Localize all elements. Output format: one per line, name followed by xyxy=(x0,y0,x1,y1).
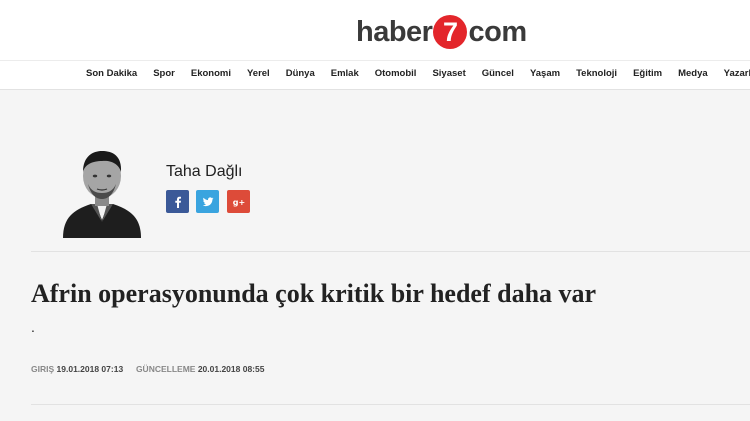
site-header: haber 7 com Son Dakika Spor Ekonomi Yere… xyxy=(0,0,750,90)
created-label: Giriş xyxy=(31,364,55,374)
facebook-share-button[interactable] xyxy=(166,190,189,213)
updated-label: Güncelleme xyxy=(135,364,196,374)
created-date: 19.01.2018 07:13 xyxy=(56,364,124,374)
meta-divider xyxy=(31,404,750,405)
nav-ekonomi[interactable]: Ekonomi xyxy=(191,68,231,80)
main-nav: Son Dakika Spor Ekonomi Yerel Dünya Emla… xyxy=(86,68,750,80)
google-plus-icon: g+ xyxy=(233,198,245,207)
author-name[interactable]: Taha Dağlı xyxy=(166,162,243,182)
nav-dunya[interactable]: Dünya xyxy=(286,68,315,80)
nav-yazarlar[interactable]: Yazarlar xyxy=(724,68,750,80)
article-title: Afrin operasyonunda çok kritik bir hedef… xyxy=(31,279,597,308)
updated-date: 20.01.2018 08:55 xyxy=(197,364,265,374)
nav-teknoloji[interactable]: Teknoloji xyxy=(576,68,617,80)
nav-otomobil[interactable]: Otomobil xyxy=(375,68,417,80)
google-plus-share-button[interactable]: g+ xyxy=(227,190,250,213)
nav-egitim[interactable]: Eğitim xyxy=(633,68,662,80)
article-meta: Giriş 19.01.2018 07:13 Güncelleme 20.01.… xyxy=(31,364,264,375)
logo-text-haber: haber xyxy=(356,16,433,48)
author-divider xyxy=(31,251,750,252)
nav-yasam[interactable]: Yaşam xyxy=(530,68,560,80)
nav-yerel[interactable]: Yerel xyxy=(247,68,270,80)
nav-siyaset[interactable]: Siyaset xyxy=(432,68,465,80)
logo-seven-badge: 7 xyxy=(433,15,468,49)
logo-text-com: com xyxy=(468,16,527,48)
svg-text:g+: g+ xyxy=(233,198,245,207)
facebook-icon xyxy=(174,196,181,208)
nav-spor[interactable]: Spor xyxy=(153,68,175,80)
author-avatar[interactable] xyxy=(61,146,143,238)
nav-divider xyxy=(0,60,750,61)
nav-son-dakika[interactable]: Son Dakika xyxy=(86,68,137,80)
twitter-icon xyxy=(202,196,213,206)
article-summary: . xyxy=(31,319,35,335)
site-logo[interactable]: haber 7 com xyxy=(356,12,527,52)
nav-emlak[interactable]: Emlak xyxy=(331,68,359,80)
nav-guncel[interactable]: Güncel xyxy=(482,68,514,80)
twitter-share-button[interactable] xyxy=(196,190,219,213)
nav-medya[interactable]: Medya xyxy=(678,68,708,80)
